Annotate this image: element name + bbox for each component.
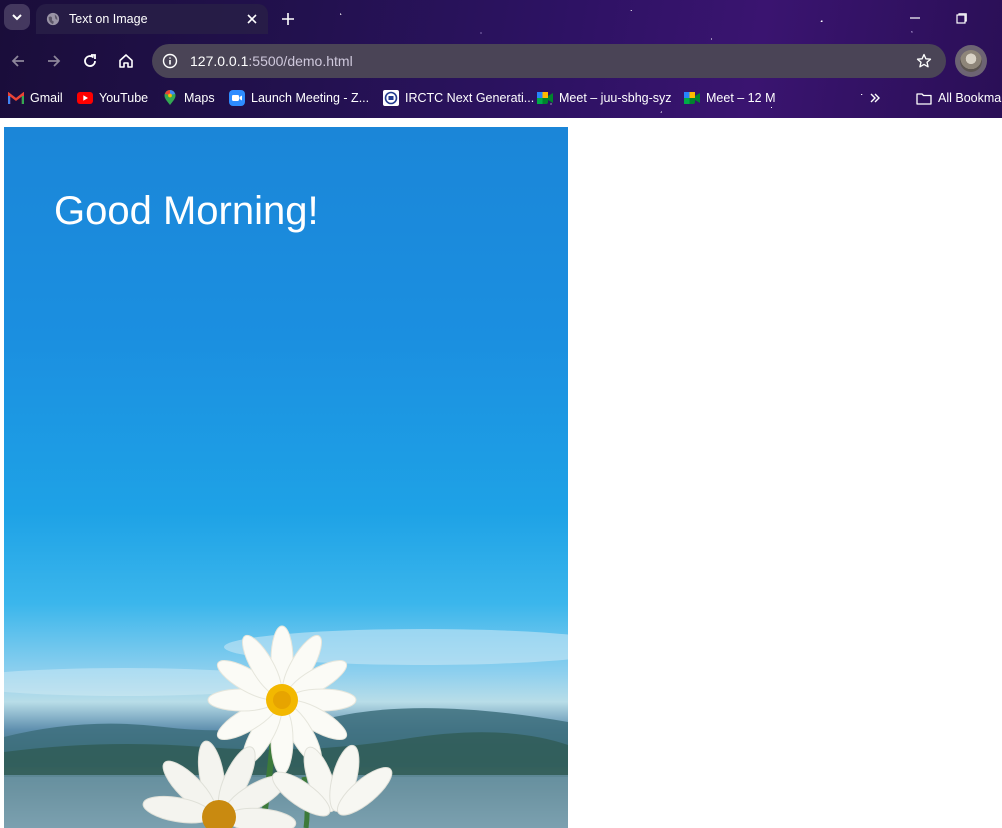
home-icon — [119, 54, 133, 68]
url-text[interactable]: 127.0.0.1:5500/demo.html — [190, 53, 914, 69]
minimize-icon — [910, 17, 920, 19]
bookmark-label: Meet – 12 M — [706, 91, 776, 105]
close-tab-icon[interactable] — [242, 9, 262, 29]
bookmark-star-icon[interactable] — [914, 51, 934, 71]
bookmark-youtube[interactable]: YouTube — [77, 88, 148, 108]
tab-title: Text on Image — [69, 12, 148, 26]
bookmark-meet-2[interactable]: Meet – 12 M — [684, 88, 775, 108]
url-host: 127.0.0.1 — [190, 53, 249, 69]
gmail-icon — [8, 90, 24, 106]
folder-icon — [916, 90, 932, 106]
reload-icon — [84, 54, 96, 67]
site-info-icon[interactable] — [162, 53, 178, 69]
chevron-down-icon — [12, 14, 22, 21]
tab-active[interactable]: Text on Image — [36, 4, 268, 34]
restore-icon — [955, 12, 967, 24]
all-bookmarks-button[interactable]: All Bookmar — [916, 88, 1002, 108]
more-bookmarks-button[interactable] — [868, 88, 882, 108]
arrow-right-icon — [48, 55, 61, 67]
bookmark-zoom[interactable]: Launch Meeting - Z... — [229, 88, 369, 108]
home-button[interactable] — [113, 48, 139, 74]
bookmark-maps[interactable]: Maps — [162, 88, 215, 108]
bookmark-label: Maps — [184, 91, 215, 105]
globe-icon — [46, 12, 60, 26]
bookmark-label: Meet – juu-sbhg-syz — [559, 91, 672, 105]
forward-button[interactable] — [41, 48, 67, 74]
irctc-icon — [383, 90, 399, 106]
new-tab-button[interactable] — [276, 7, 300, 31]
youtube-icon — [77, 90, 93, 106]
profile-avatar[interactable] — [955, 45, 987, 77]
page-content: Good Morning! — [0, 118, 1002, 828]
bookmark-label: IRCTC Next Generati... — [405, 91, 535, 105]
bookmark-irctc[interactable]: IRCTC Next Generati... — [383, 88, 534, 108]
bookmark-gmail[interactable]: Gmail — [8, 88, 63, 108]
browser-frame: Text on Image 127.0.0.1:5500/demo.html G… — [0, 0, 1002, 118]
url-path: :5500/demo.html — [248, 53, 353, 69]
double-chevron-right-icon — [870, 93, 880, 103]
tab-search-button[interactable] — [4, 4, 30, 30]
address-bar[interactable]: 127.0.0.1:5500/demo.html — [152, 44, 946, 78]
meet-icon — [537, 90, 553, 106]
bookmarks-bar: Gmail YouTube Maps Launch Meeting - Z...… — [0, 84, 1002, 112]
bookmark-label: Launch Meeting - Z... — [251, 91, 370, 105]
bookmark-label: YouTube — [99, 91, 149, 105]
minimize-button[interactable] — [900, 6, 930, 30]
zoom-icon — [229, 90, 245, 106]
bookmark-label: Gmail — [30, 91, 63, 105]
reload-button[interactable] — [77, 48, 103, 74]
all-bookmarks-label: All Bookmar — [938, 91, 1002, 105]
hero-heading: Good Morning! — [54, 189, 319, 233]
maps-icon — [162, 90, 178, 106]
plus-icon — [282, 13, 294, 25]
arrow-left-icon — [11, 55, 24, 67]
restore-button[interactable] — [946, 6, 976, 30]
avatar-image — [960, 50, 982, 72]
meet-icon — [684, 90, 700, 106]
hero-image: Good Morning! — [4, 127, 568, 828]
tab-strip: Text on Image — [0, 0, 1002, 38]
back-button[interactable] — [5, 48, 31, 74]
toolbar: 127.0.0.1:5500/demo.html — [0, 40, 1002, 82]
bookmark-meet-1[interactable]: Meet – juu-sbhg-syz — [537, 88, 672, 108]
